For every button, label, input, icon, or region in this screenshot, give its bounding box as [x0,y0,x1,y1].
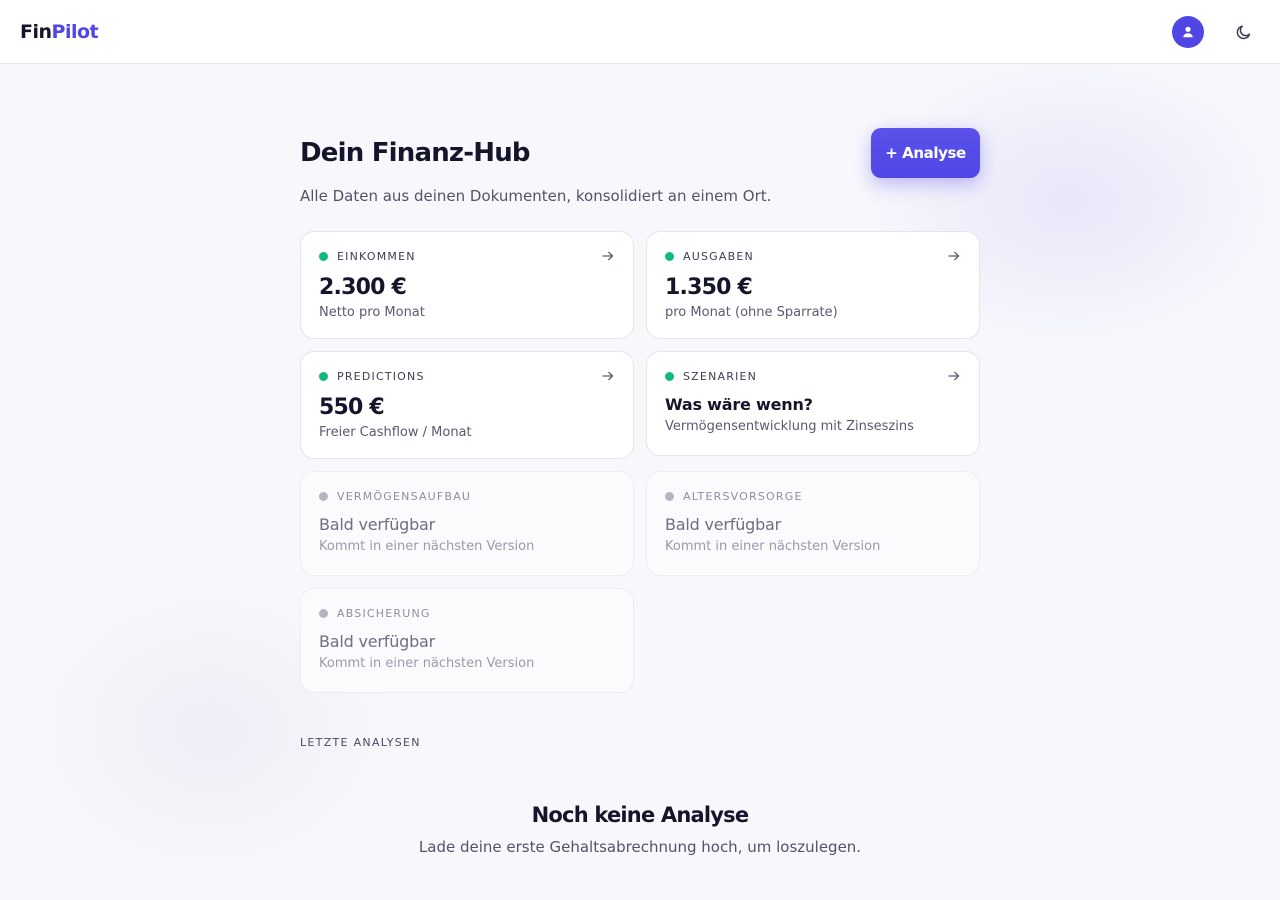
empty-state-title: Noch keine Analyse [531,803,749,827]
header-actions [1172,15,1260,48]
status-dot [319,371,328,381]
card-label-row: EINKOMMEN [319,249,615,263]
empty-state-description: Lade deine erste Gehaltsabrechnung hoch,… [418,838,862,856]
card-description: pro Monat (ohne Sparrate) [665,305,838,320]
card-predictions[interactable]: PREDICTIONS 550 € Freier Cashflow / Mona… [300,351,634,459]
status-dot [319,608,328,618]
card-einkommen[interactable]: EINKOMMEN 2.300 € Netto pro Monat [300,231,634,339]
hub-title-row: Dein Finanz-Hub + Analyse [300,128,980,178]
theme-toggle-button[interactable] [1228,16,1260,48]
logo-text-fin: Fin [20,20,52,43]
card-description: Vermögensentwicklung mit Zinseszins [665,419,914,434]
status-dot [665,251,674,261]
card-description: Kommt in einer nächsten Version [665,539,881,554]
top-bar: FinPilot [0,0,1280,64]
card-heading: Bald verfügbar [665,515,782,534]
moon-icon [1236,24,1251,39]
arrow-right-icon [948,251,960,261]
card-altersvorsorge: ALTERSVORSORGE Bald verfügbar Kommt in e… [646,471,980,576]
user-icon [1183,26,1193,37]
card-value: 550 € [319,395,385,420]
card-label-row: AUSGABEN [665,249,961,263]
card-label-row: ALTERSVORSORGE [665,489,961,503]
card-value: 1.350 € [665,275,753,300]
card-ausgaben[interactable]: AUSGABEN 1.350 € pro Monat (ohne Sparrat… [646,231,980,339]
page-subtitle: Alle Daten aus deinen Dokumenten, konsol… [300,187,772,205]
status-dot [319,251,328,261]
card-description: Kommt in einer nächsten Version [319,656,535,671]
recent-analyses-label: LETZTE ANALYSEN [300,736,421,749]
card-label: ALTERSVORSORGE [683,489,803,503]
card-description: Kommt in einer nächsten Version [319,539,535,554]
card-label: EINKOMMEN [337,249,416,263]
arrow-right-icon [602,371,614,381]
app-logo[interactable]: FinPilot [20,20,99,43]
add-analysis-button[interactable]: + Analyse [871,128,980,178]
card-label: ABSICHERUNG [337,606,431,620]
card-label-row: SZENARIEN [665,369,961,383]
card-heading: Bald verfügbar [319,515,436,534]
card-label: AUSGABEN [683,249,754,263]
card-label: VERMÖGENSAUFBAU [337,489,472,503]
card-label-row: PREDICTIONS [319,369,615,383]
main-content: Dein Finanz-Hub + Analyse Alle Daten aus… [300,128,980,693]
hub-cards-grid: EINKOMMEN 2.300 € Netto pro Monat AUSGAB… [300,231,980,693]
page-title: Dein Finanz-Hub [300,138,531,168]
card-vermoegensaufbau: VERMÖGENSAUFBAU Bald verfügbar Kommt in … [300,471,634,576]
arrow-right-icon [602,251,614,261]
card-label-row: VERMÖGENSAUFBAU [319,489,615,503]
card-description: Freier Cashflow / Monat [319,425,472,440]
card-description: Netto pro Monat [319,305,425,320]
card-label-row: ABSICHERUNG [319,606,615,620]
status-dot [665,491,674,501]
card-absicherung: ABSICHERUNG Bald verfügbar Kommt in eine… [300,588,634,693]
avatar-button[interactable] [1172,15,1204,48]
card-label: PREDICTIONS [337,369,425,383]
card-label: SZENARIEN [683,369,758,383]
card-heading: Bald verfügbar [319,632,436,651]
status-dot [665,371,674,381]
card-value: 2.300 € [319,275,407,300]
arrow-right-icon [948,371,960,381]
card-szenarien[interactable]: SZENARIEN Was wäre wenn? Vermögensentwic… [646,351,980,456]
card-heading: Was wäre wenn? [665,395,813,414]
status-dot [319,491,328,501]
logo-text-pilot: Pilot [51,20,99,43]
